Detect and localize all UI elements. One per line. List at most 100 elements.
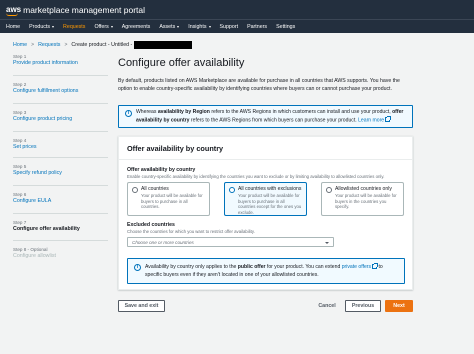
step-label[interactable]: Set prices (13, 144, 108, 150)
nav-item-home[interactable]: Home (6, 24, 20, 30)
info-icon: i (134, 264, 141, 271)
step-label: Configure allowlist (13, 253, 56, 259)
excluded-countries-label: Excluded countries (127, 222, 175, 228)
redacted-product-name (134, 40, 193, 49)
step-label[interactable]: Configure product pricing (13, 116, 108, 122)
caret-down-icon (110, 25, 113, 28)
wizard-step-3[interactable]: Step 3 Configure product pricing (13, 110, 108, 122)
breadcrumb-requests[interactable]: Requests (38, 42, 60, 48)
option-title: Allowlisted countries only (335, 186, 392, 192)
wizard-step-6[interactable]: Step 6 Configure EULA (13, 192, 108, 204)
region-info-alert: i Whereas availability by Region refers … (118, 105, 413, 128)
step-label[interactable]: Provide product information (13, 60, 108, 66)
step-number: Step 6 (13, 192, 27, 197)
nav-item-requests[interactable]: Requests (63, 24, 85, 30)
public-offer-info-alert: i Availability by country only applies t… (127, 258, 405, 284)
nav-item-label: Products (29, 23, 51, 30)
nav-item-support[interactable]: Support (220, 24, 239, 30)
option-description: Your product will be available for buyer… (141, 193, 203, 210)
aws-marketplace-logo[interactable]: aws marketplace management portal (6, 4, 146, 16)
nav-item-label: Agreements (121, 23, 151, 30)
step-label: Configure offer availability (13, 226, 80, 232)
info-text: refers to the AWS Regions from which buy… (189, 117, 359, 124)
learn-more-link[interactable]: Learn more (358, 117, 384, 123)
caret-down-icon (177, 25, 180, 28)
caret-down-icon (52, 25, 55, 28)
step-number: Step 5 (13, 164, 27, 169)
cancel-button[interactable]: Cancel (313, 300, 341, 312)
private-offers-link[interactable]: private offers (342, 264, 371, 270)
caret-down-icon (208, 25, 211, 28)
nav-item-settings[interactable]: Settings (276, 24, 295, 30)
option-all-countries[interactable]: All countries Your product will be avail… (127, 182, 210, 216)
step-number: Step 4 (13, 138, 27, 143)
wizard-step-7: Step 7 Configure offer availability (13, 220, 108, 232)
nav-item-assets[interactable]: Assets (159, 24, 180, 30)
wizard-step-4[interactable]: Step 4 Set prices (13, 138, 108, 150)
info-text: for your product. You can extend (265, 264, 342, 270)
step-label[interactable]: Specify refund policy (13, 170, 108, 176)
nav-item-partners[interactable]: Partners (247, 24, 267, 30)
step-divider (13, 157, 108, 158)
offer-availability-panel: Offer availability by country Offer avai… (118, 136, 413, 290)
info-icon: i (125, 110, 132, 117)
nav-item-agreements[interactable]: Agreements (122, 24, 151, 30)
nav-item-label: Insights (188, 23, 207, 30)
info-text: Availability by country only applies to … (145, 264, 238, 270)
breadcrumb-current: Create product - Untitled - (71, 41, 133, 48)
aws-logo-mark: aws (6, 5, 22, 16)
wizard-step-8: Step 8 - Optional Configure allowlist (13, 247, 108, 259)
page-title: Configure offer availability (118, 57, 245, 69)
breadcrumb-home[interactable]: Home (13, 42, 27, 48)
option-allowlisted-countries-only[interactable]: Allowlisted countries only Your product … (321, 182, 404, 216)
nav-item-products[interactable]: Products (29, 23, 55, 30)
option-description: Your product will be available for buyer… (238, 193, 302, 215)
breadcrumb: Home > Requests > Create product - Untit… (13, 40, 193, 49)
previous-button[interactable]: Previous (345, 300, 381, 312)
wizard-step-1[interactable]: Step 1 Provide product information (13, 54, 108, 66)
wizard-step-2[interactable]: Step 2 Configure fulfillment options (13, 82, 108, 94)
step-label[interactable]: Configure EULA (13, 198, 108, 204)
nav-item-label: Settings (276, 23, 296, 30)
step-divider (13, 185, 108, 186)
step-number: Step 7 (13, 220, 27, 225)
nav-item-label: Partners (247, 23, 268, 30)
excluded-countries-description: Choose the countries for which you want … (127, 229, 255, 234)
step-number: Step 3 (13, 110, 27, 115)
availability-field-label: Offer availability by country (127, 167, 196, 173)
step-number: Step 8 - Optional (13, 247, 48, 252)
step-divider (13, 131, 108, 132)
step-label[interactable]: Configure fulfillment options (13, 88, 108, 94)
info-text: refers to the AWS Regions in which custo… (209, 109, 393, 115)
radio-button-selected[interactable] (229, 187, 235, 193)
step-divider (13, 240, 108, 241)
nav-item-label: Support (219, 23, 239, 30)
next-button[interactable]: Next (385, 300, 413, 312)
radio-button[interactable] (326, 187, 332, 193)
excluded-countries-select[interactable]: Choose one or more countries (127, 237, 334, 247)
top-header: aws marketplace management portal (0, 0, 474, 19)
option-title: All countries with exclusions (238, 186, 302, 192)
step-divider (13, 103, 108, 104)
external-link-icon (372, 263, 378, 269)
step-number: Step 1 (13, 54, 27, 59)
info-bold: availability by Region (157, 109, 210, 115)
nav-item-label: Requests (63, 23, 86, 30)
breadcrumb-separator: > (31, 41, 35, 48)
main-nav: Home Products Requests Offers Agreements Asse… (0, 19, 474, 33)
save-and-exit-button[interactable]: Save and exit (118, 300, 165, 312)
nav-item-offers[interactable]: Offers (94, 24, 113, 30)
panel-title: Offer availability by country (119, 137, 412, 160)
step-divider (13, 213, 108, 214)
info-bold: public offer (237, 264, 266, 270)
step-number: Step 2 (13, 82, 27, 87)
chevron-down-icon (325, 241, 329, 244)
option-all-countries-with-exclusions[interactable]: All countries with exclusions Your produ… (224, 182, 307, 216)
portal-title: marketplace management portal (23, 4, 146, 15)
radio-button[interactable] (132, 187, 138, 193)
wizard-step-5[interactable]: Step 5 Specify refund policy (13, 164, 108, 176)
availability-field-description: Enable country-specific availability by … (127, 174, 385, 179)
nav-item-insights[interactable]: Insights (188, 23, 211, 30)
breadcrumb-separator: > (64, 41, 68, 48)
external-link-icon (385, 116, 391, 122)
